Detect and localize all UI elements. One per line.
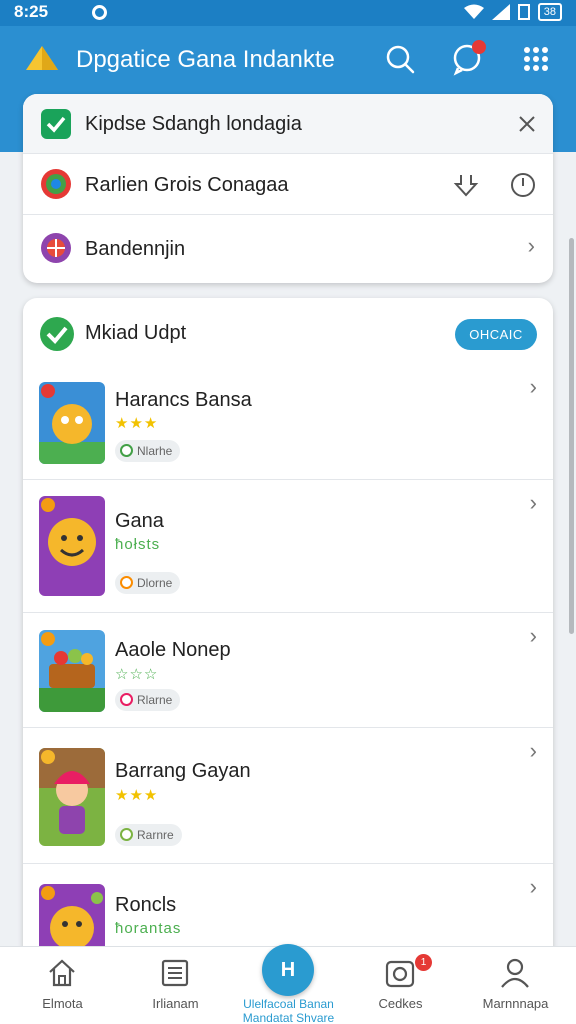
rating-stars: ħorantas (115, 920, 182, 937)
nav-label: Irlianam (152, 996, 199, 1011)
menu-item-label: Rarlien Grois Conagaa (85, 174, 289, 196)
check-circle-icon (40, 317, 74, 351)
game-thumbnail-icon (39, 496, 105, 596)
game-name: Gana (115, 510, 164, 532)
status-tag: Dlorne (115, 572, 181, 594)
nav-label: Marnnnapa (482, 996, 549, 1011)
menu-item-ranking[interactable]: Rarlien Grois Conagaa (23, 154, 553, 215)
chevron-right-icon: › (527, 233, 535, 258)
status-dot-icon (120, 444, 133, 457)
app-logo-icon (26, 46, 58, 70)
menu-item-bandennjin[interactable]: Bandennjin › (23, 215, 553, 283)
status-dot-icon (120, 693, 133, 706)
rating-stars: ★★★ (115, 415, 159, 432)
updates-card: Mkiad Udpt OHCAIC Harancs Bansa ★★★ Nlar… (23, 298, 553, 998)
nav-item-home[interactable]: Elmota (5, 947, 120, 1024)
status-dot-icon (120, 828, 133, 841)
signal-icon (491, 4, 510, 20)
chevron-right-icon: › (529, 874, 537, 899)
rating-stars: ★★★ (115, 787, 159, 804)
rating-stars: ħołsts (115, 536, 161, 553)
game-thumbnail-icon (39, 630, 105, 712)
download-icon[interactable] (453, 172, 479, 198)
chevron-right-icon: › (529, 738, 537, 763)
search-icon[interactable] (383, 42, 417, 76)
game-name: Roncls (115, 894, 177, 916)
game-center-icon (41, 169, 71, 199)
nav-label: Elmota (42, 996, 83, 1011)
clock-icon[interactable] (510, 172, 536, 198)
menu-header-label: Kipdse Sdangh londagia (85, 113, 302, 135)
home-icon (49, 959, 75, 987)
updates-header: Mkiad Udpt OHCAIC (23, 298, 553, 370)
menu-item-label: Bandennjin (85, 238, 186, 260)
status-dot-icon (120, 576, 133, 589)
nav-label: Cedkes (378, 996, 423, 1011)
status-tag: Nlarhe (115, 440, 181, 462)
update-all-button[interactable]: OHCAIC (455, 319, 537, 350)
newspaper-icon (161, 959, 189, 987)
nav-label: Ulelfacoal Banan Mandatat Shvare (242, 997, 335, 1024)
camera-icon (385, 960, 415, 988)
menu-header: Kipdse Sdangh londagia (23, 94, 553, 154)
game-row[interactable]: Barrang Gayan ★★★ Rarnre › (23, 728, 553, 864)
chevron-right-icon: › (529, 374, 537, 399)
battery-indicator: 38 (537, 3, 562, 21)
featured-fab-button[interactable]: H (262, 944, 314, 996)
nav-item-cedkes[interactable]: 1 Cedkes (343, 947, 458, 1024)
wifi-icon (463, 4, 484, 19)
updates-title: Mkiad Udpt (85, 322, 187, 344)
status-tag: Rarnre (115, 824, 182, 846)
game-name: Harancs Bansa (115, 389, 252, 411)
close-icon[interactable] (519, 116, 535, 132)
chevron-right-icon: › (529, 490, 537, 515)
notification-dot-icon (92, 5, 107, 20)
rating-stars: ☆☆☆ (115, 666, 159, 683)
game-thumbnail-icon (39, 748, 105, 846)
game-name: Barrang Gayan (115, 760, 251, 782)
sim-icon (517, 4, 530, 20)
status-bar: 8:25 38 (0, 0, 576, 26)
status-tag: Rlarne (115, 689, 181, 711)
messages-badge (472, 40, 486, 54)
user-icon (501, 958, 529, 988)
game-row[interactable]: Aaole Nonep ☆☆☆ Rlarne › (23, 613, 553, 728)
apps-grid-icon[interactable] (519, 42, 553, 76)
app-title: Dpgatice Gana Indankte (76, 46, 335, 73)
nav-item-profile[interactable]: Marnnnapa (458, 947, 573, 1024)
game-row[interactable]: Harancs Bansa ★★★ Nlarhe › (23, 370, 553, 480)
scrollbar[interactable] (569, 238, 574, 634)
game-name: Aaole Nonep (115, 639, 231, 661)
shield-check-icon (41, 109, 71, 139)
status-time: 8:25 (14, 2, 49, 21)
status-icons: 38 (463, 3, 562, 21)
menu-card: Kipdse Sdangh londagia Rarlien Grois Con… (23, 94, 553, 283)
nav-badge: 1 (415, 954, 432, 971)
nav-item-news[interactable]: Irlianam (118, 947, 233, 1024)
game-row[interactable]: Gana ħołsts Dlorne › (23, 480, 553, 613)
compass-icon (41, 233, 71, 263)
game-thumbnail-icon (39, 382, 105, 464)
chevron-right-icon: › (529, 623, 537, 648)
messages-button[interactable] (450, 40, 486, 76)
